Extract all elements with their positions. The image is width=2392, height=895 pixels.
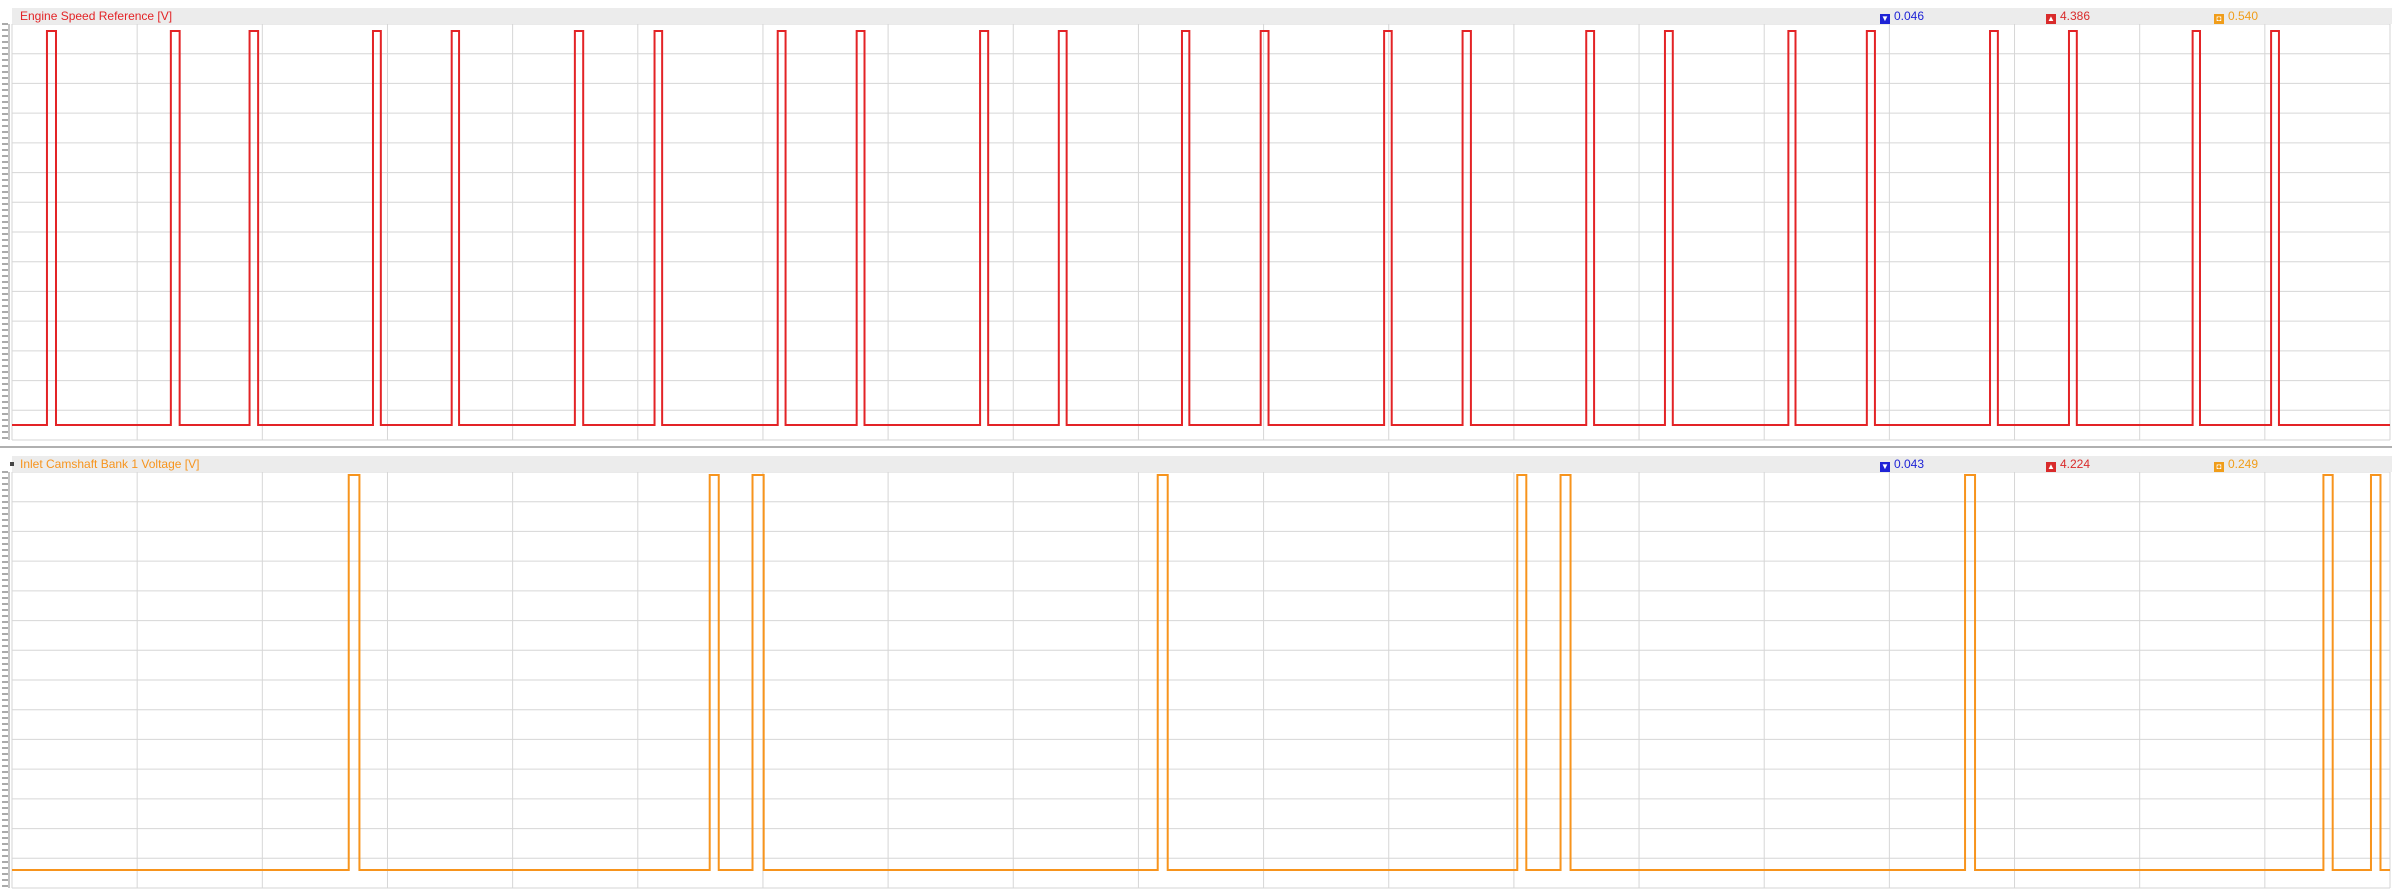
chart-panel-inlet-camshaft: Inlet Camshaft Bank 1 Voltage [V] ▼ 0.043…: [0, 448, 2392, 895]
stat-min-value: 0.046: [1894, 9, 1925, 23]
stat-max: ▲ 4.386: [2046, 8, 2090, 24]
channel-title[interactable]: Engine Speed Reference [V]: [20, 8, 172, 24]
triangle-up-icon: ▲: [2046, 14, 2056, 24]
panel-header: [12, 456, 2392, 472]
triangle-down-icon: ▼: [1880, 462, 1890, 472]
panel-header: [12, 8, 2392, 24]
signal-trace: [12, 30, 2390, 426]
stat-avg-value: 0.540: [2228, 9, 2259, 23]
stat-max: ▲ 4.224: [2046, 456, 2090, 472]
average-icon: ◘: [2214, 14, 2224, 24]
chart-panel-engine-speed: Engine Speed Reference [V] ▼ 0.046 ▲ 4.386…: [0, 0, 2392, 448]
stat-avg: ◘ 0.249: [2214, 456, 2258, 472]
stat-min: ▼ 0.043: [1880, 456, 1924, 472]
axis-ticks: [2, 471, 10, 888]
plot-area-inlet-camshaft[interactable]: [0, 448, 2392, 895]
stat-avg: ◘ 0.540: [2214, 8, 2258, 24]
axis-ticks: [2, 23, 10, 440]
stat-min-value: 0.043: [1894, 457, 1925, 471]
average-icon: ◘: [2214, 462, 2224, 472]
stat-max-value: 4.386: [2060, 9, 2091, 23]
triangle-up-icon: ▲: [2046, 462, 2056, 472]
stat-avg-value: 0.249: [2228, 457, 2259, 471]
stat-min: ▼ 0.046: [1880, 8, 1924, 24]
grid: [11, 23, 2391, 441]
plot-area-engine-speed[interactable]: [0, 0, 2392, 446]
channel-title[interactable]: Inlet Camshaft Bank 1 Voltage [V]: [20, 456, 199, 472]
stat-max-value: 4.224: [2060, 457, 2091, 471]
signal-trace: [12, 474, 2390, 871]
grid: [11, 471, 2391, 889]
triangle-down-icon: ▼: [1880, 14, 1890, 24]
channel-marker: [10, 462, 14, 466]
